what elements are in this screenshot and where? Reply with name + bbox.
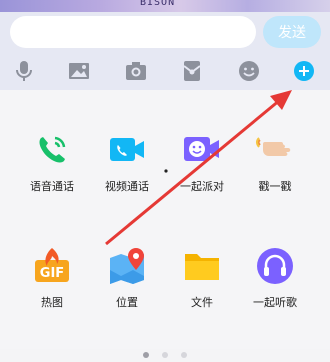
emoji-icon[interactable] [236, 58, 262, 84]
tile-label: 语音通话 [30, 180, 74, 193]
tile-poke[interactable]: 戳一戳 [240, 130, 310, 194]
tile-hot-image[interactable]: GIF 热图 [17, 246, 87, 310]
plus-icon[interactable] [291, 58, 317, 84]
folder-icon [182, 246, 222, 286]
tile-location[interactable]: 位置 [92, 246, 162, 310]
tile-video-call[interactable]: 视频通话 [92, 130, 162, 194]
message-input[interactable] [10, 16, 256, 48]
send-button[interactable]: 发送 [263, 16, 321, 48]
party-icon [182, 130, 222, 170]
page-indicator [0, 343, 330, 362]
tile-label: 戳一戳 [258, 180, 292, 193]
poke-icon [255, 130, 295, 170]
input-toolbar [0, 54, 330, 90]
microphone-icon[interactable] [11, 58, 37, 84]
tile-listen-together[interactable]: 一起听歌 [240, 246, 310, 310]
tile-voice-call[interactable]: 语音通话 [17, 130, 87, 194]
tile-party[interactable]: 一起派对 [167, 130, 237, 194]
camera-icon[interactable] [123, 58, 149, 84]
red-packet-icon[interactable] [179, 58, 205, 84]
page-dot[interactable] [181, 352, 188, 358]
banner-text: BISON [140, 0, 176, 8]
page-dot[interactable] [162, 352, 168, 358]
tile-label: 视频通话 [105, 180, 149, 193]
tile-label: 位置 [116, 296, 138, 309]
svg-text:GIF: GIF [40, 266, 64, 281]
headphones-icon [255, 246, 295, 286]
image-icon[interactable] [66, 58, 92, 84]
video-call-icon [107, 130, 147, 170]
more-functions-panel: 语音通话 视频通话 一起派对 戳一戳 GIF 热图 位置 文件 一起听歌 [0, 90, 330, 358]
gif-icon: GIF [32, 246, 72, 286]
tile-label: 文件 [191, 296, 213, 309]
tile-label: 一起听歌 [253, 296, 297, 309]
phone-call-icon [32, 130, 72, 170]
tile-file[interactable]: 文件 [167, 246, 237, 310]
tile-label: 热图 [41, 296, 63, 309]
tile-label: 一起派对 [180, 180, 224, 193]
location-icon [107, 246, 147, 286]
chat-background-strip: BISON [0, 0, 330, 12]
message-input-row: 发送 [0, 12, 330, 54]
page-dot[interactable] [142, 352, 149, 358]
